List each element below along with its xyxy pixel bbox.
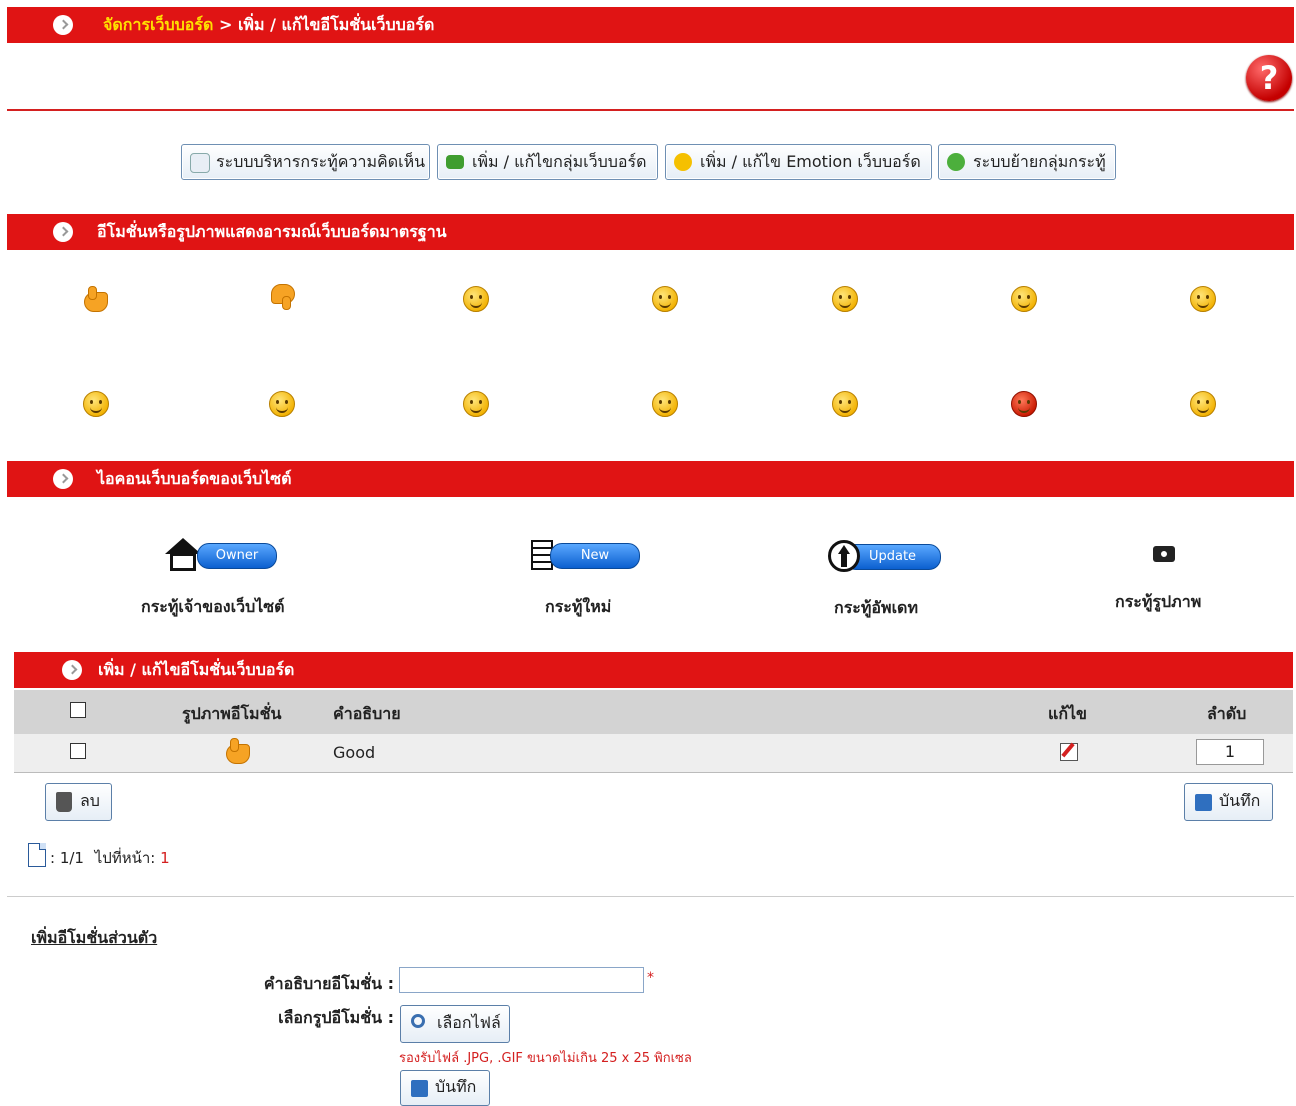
arrow-right-icon: [53, 15, 73, 35]
confused-emoticon: [269, 391, 295, 417]
delete-button[interactable]: ลบ: [45, 783, 112, 821]
save-order-label: บันทึก: [1219, 791, 1261, 810]
file-label: เลือกรูปอีโมชั่น :: [278, 1008, 394, 1027]
help-icon[interactable]: ?: [1246, 55, 1292, 101]
glasses-emoticon: [1190, 286, 1216, 312]
breadcrumb-current: เพิ่ม / แก้ไขอีโมชั่นเว็บบอร์ด: [237, 15, 435, 34]
thumbs-up-emoticon: [84, 286, 110, 312]
section-title: อีโมชั่นหรือรูปภาพแสดงอารมณ์เว็บบอร์ดมาต…: [97, 222, 447, 241]
select-all-checkbox[interactable]: [70, 702, 86, 718]
breadcrumb: จัดการเว็บบอร์ด > เพิ่ม / แก้ไขอีโมชั่นเ…: [103, 7, 434, 43]
tongue-emoticon: [1011, 286, 1037, 312]
owner-label: กระทู้เจ้าของเว็บไซต์: [141, 597, 285, 616]
waving-emoticon: [463, 391, 489, 417]
choose-file-button[interactable]: เลือกไฟล์: [400, 1005, 510, 1043]
required-mark: *: [647, 970, 654, 986]
photo-label: กระทู้รูปภาพ: [1115, 592, 1202, 611]
divider: [7, 109, 1294, 111]
house-icon: [165, 538, 201, 572]
section-title: ไอคอนเว็บบอร์ดของเว็บไซต์: [97, 469, 292, 488]
delete-button-label: ลบ: [80, 791, 100, 810]
edit-section-header: เพิ่ม / แก้ไขอีโมชั่นเว็บบอร์ด: [14, 652, 1293, 688]
breadcrumb-link-webboard[interactable]: จัดการเว็บบอร์ด: [103, 15, 213, 34]
surprised-emoticon: [832, 286, 858, 312]
floppy-icon: [1195, 794, 1212, 811]
emotions-section-header: อีโมชั่นหรือรูปภาพแสดงอารมณ์เว็บบอร์ดมาต…: [7, 214, 1294, 250]
nav-button-groups[interactable]: เพิ่ม / แก้ไขกลุ่มเว็บบอร์ด: [437, 144, 658, 180]
col-edit: แก้ไข: [1048, 704, 1087, 723]
nav-button-label: ระบบบริหารกระทู้ความคิดเห็น: [216, 152, 426, 171]
desc-label: คำอธิบายอีโมชั่น :: [263, 974, 394, 993]
arrow-right-icon: [53, 469, 73, 489]
mad-emoticon: [1011, 391, 1037, 417]
table-row: Good 1: [14, 734, 1293, 773]
thumbs-up-emoticon: [226, 738, 252, 764]
pagination-goto: ไปที่หน้า:: [94, 849, 156, 867]
row-checkbox[interactable]: [70, 743, 86, 759]
grin-emoticon: [652, 286, 678, 312]
nav-button-label: เพิ่ม / แก้ไข Emotion เว็บบอร์ด: [700, 152, 921, 171]
save-emotion-label: บันทึก: [435, 1077, 477, 1096]
pagination-page-link[interactable]: 1: [160, 849, 170, 867]
wink-emoticon: [1190, 391, 1216, 417]
icons-section-header: ไอคอนเว็บบอร์ดของเว็บไซต์: [7, 461, 1294, 497]
col-desc: คำอธิบาย: [333, 704, 401, 723]
nav-button-comments[interactable]: ระบบบริหารกระทู้ความคิดเห็น: [181, 144, 430, 180]
choose-file-label: เลือกไฟล์: [437, 1013, 501, 1032]
new-label: กระทู้ใหม่: [545, 597, 612, 616]
nav-button-emotion[interactable]: เพิ่ม / แก้ไข Emotion เว็บบอร์ด: [665, 144, 932, 180]
floppy-icon: [411, 1080, 428, 1097]
breadcrumb-separator: >: [218, 15, 233, 34]
dizzy-emoticon: [83, 391, 109, 417]
thumbs-down-emoticon: [269, 284, 295, 310]
up-arrow-icon: [828, 540, 860, 572]
pagination: : 1/1 ไปที่หน้า: 1: [50, 846, 170, 870]
arrow-right-icon: [53, 222, 73, 242]
table-header: รูปภาพอีโมชั่น คำอธิบาย แก้ไข ลำดับ: [14, 690, 1293, 734]
add-form-heading: เพิ่มอีโมชั่นส่วนตัว: [31, 928, 158, 947]
page-icon: [28, 843, 46, 867]
row-desc: Good: [333, 743, 376, 762]
update-label: กระทู้อัพเดท: [834, 598, 918, 617]
order-input[interactable]: 1: [1196, 739, 1264, 765]
owner-badge: Owner: [197, 543, 277, 569]
save-emotion-button[interactable]: บันทึก: [400, 1070, 490, 1106]
edit-icon[interactable]: [1060, 742, 1078, 761]
magnifier-icon: [411, 1014, 425, 1028]
smiley-icon: [674, 153, 692, 171]
divider: [7, 896, 1294, 897]
section-title: เพิ่ม / แก้ไขอีโมชั่นเว็บบอร์ด: [98, 660, 295, 679]
folder-icon: [446, 155, 464, 169]
refresh-icon: [947, 153, 965, 171]
emotion-desc-input[interactable]: [399, 967, 644, 993]
camera-icon: [1153, 546, 1175, 562]
pagination-pages: : 1/1: [50, 849, 84, 867]
save-order-button[interactable]: บันทึก: [1184, 783, 1273, 821]
nav-button-label: ระบบย้ายกลุ่มกระทู้: [973, 152, 1106, 171]
nav-button-move-groups[interactable]: ระบบย้ายกลุ่มกระทู้: [938, 144, 1116, 180]
angry-emoticon: [832, 391, 858, 417]
file-hint: รองรับไฟล์ .JPG, .GIF ขนาดไม่เกิน 25 x 2…: [399, 1051, 692, 1066]
smile-emoticon: [463, 286, 489, 312]
sleepy-emoticon: [652, 391, 678, 417]
arrow-right-icon: [62, 660, 82, 680]
trash-icon: [56, 792, 72, 812]
comment-icon: [190, 153, 210, 173]
col-image: รูปภาพอีโมชั่น: [182, 704, 282, 723]
nav-button-label: เพิ่ม / แก้ไขกลุ่มเว็บบอร์ด: [472, 152, 647, 171]
new-badge: New: [550, 543, 640, 569]
breadcrumb-bar: จัดการเว็บบอร์ด > เพิ่ม / แก้ไขอีโมชั่นเ…: [7, 7, 1294, 43]
col-order: ลำดับ: [1207, 704, 1247, 723]
